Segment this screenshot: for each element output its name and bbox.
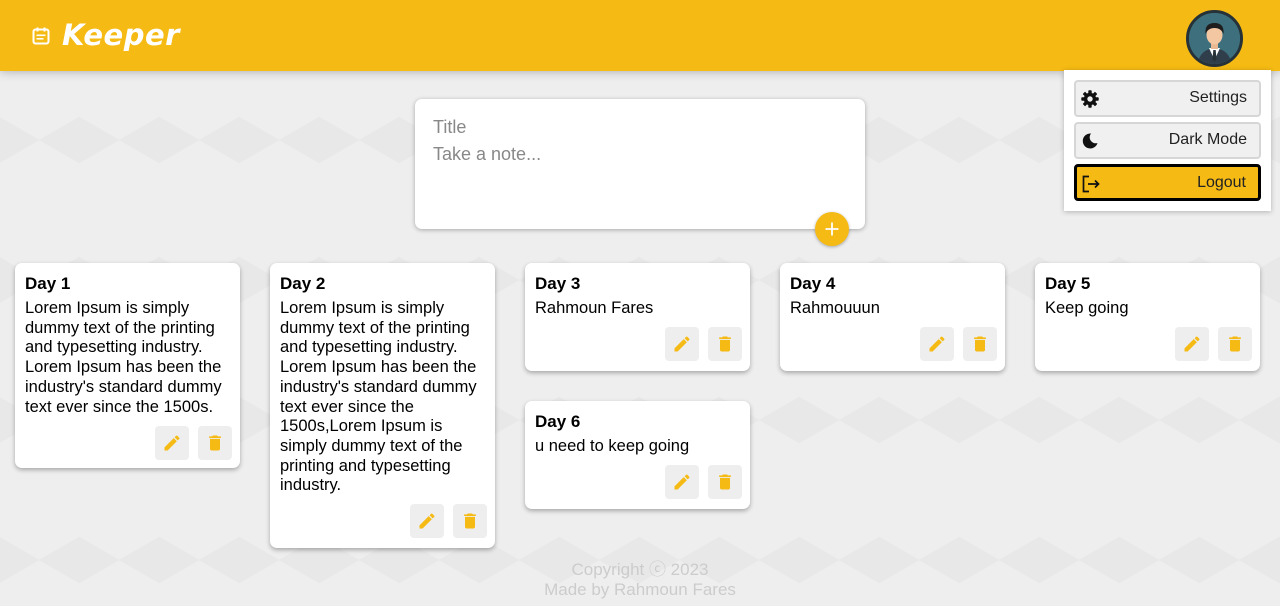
note-card: Day 3 Rahmoun Fares xyxy=(525,263,750,371)
delete-note-button[interactable] xyxy=(453,504,487,538)
note-content: u need to keep going xyxy=(535,437,690,455)
note-card: Day 5 Keep going xyxy=(1035,263,1260,371)
note-card: Day 1 Lorem Ipsum is simply dummy text o… xyxy=(15,263,240,468)
app-header: Keeper xyxy=(0,0,1280,71)
note-content: Rahmouuun xyxy=(790,299,880,317)
pencil-icon xyxy=(164,435,180,451)
note-title: Day 3 xyxy=(535,274,581,293)
trash-icon xyxy=(464,513,476,529)
note-title: Day 2 xyxy=(280,274,326,293)
note-card: Day 6 u need to keep going xyxy=(525,401,750,509)
note-content: Lorem Ipsum is simply dummy text of the … xyxy=(25,299,222,416)
note-content: Keep going xyxy=(1045,299,1129,317)
dark-mode-menu-item[interactable]: Dark Mode xyxy=(1074,122,1261,159)
delete-note-button[interactable] xyxy=(1218,327,1252,361)
add-note-button[interactable] xyxy=(815,212,849,246)
note-content: Rahmoun Fares xyxy=(535,299,654,317)
note-card: Day 2 Lorem Ipsum is simply dummy text o… xyxy=(270,263,495,548)
edit-note-button[interactable] xyxy=(1175,327,1209,361)
logout-label: Logout xyxy=(1197,174,1246,191)
note-title-input[interactable] xyxy=(433,116,843,138)
note-composer xyxy=(415,99,865,229)
delete-note-button[interactable] xyxy=(708,465,742,499)
user-menu: Settings Dark Mode Logout xyxy=(1064,70,1271,211)
note-title: Day 5 xyxy=(1045,274,1091,293)
pencil-icon xyxy=(674,336,690,352)
note-title: Day 6 xyxy=(535,412,581,431)
plus-icon xyxy=(825,222,839,236)
pencil-icon xyxy=(929,336,945,352)
pencil-icon xyxy=(1184,336,1200,352)
settings-label: Settings xyxy=(1189,89,1247,106)
delete-note-button[interactable] xyxy=(708,327,742,361)
settings-menu-item[interactable]: Settings xyxy=(1074,80,1261,117)
delete-note-button[interactable] xyxy=(963,327,997,361)
delete-note-button[interactable] xyxy=(198,426,232,460)
trash-icon xyxy=(719,336,731,352)
trash-icon xyxy=(974,336,986,352)
note-content: Lorem Ipsum is simply dummy text of the … xyxy=(280,299,477,495)
edit-note-button[interactable] xyxy=(665,465,699,499)
note-title: Day 4 xyxy=(790,274,836,293)
trash-icon xyxy=(209,435,221,451)
moon-icon xyxy=(1080,131,1100,151)
pencil-icon xyxy=(419,513,435,529)
note-icon xyxy=(32,27,50,45)
edit-note-button[interactable] xyxy=(920,327,954,361)
app-title: Keeper xyxy=(62,18,180,52)
logout-icon xyxy=(1081,174,1101,194)
logout-button[interactable]: Logout xyxy=(1074,164,1261,201)
gear-icon xyxy=(1080,89,1100,109)
note-title: Day 1 xyxy=(25,274,71,293)
copyright-text: Copyright ⓒ 2023 xyxy=(571,560,709,579)
trash-icon xyxy=(1229,336,1241,352)
note-content-input[interactable] xyxy=(433,144,843,204)
avatar[interactable] xyxy=(1186,10,1243,67)
edit-note-button[interactable] xyxy=(665,327,699,361)
dark-mode-label: Dark Mode xyxy=(1168,131,1247,148)
note-card: Day 4 Rahmouuun xyxy=(780,263,1005,371)
trash-icon xyxy=(719,474,731,490)
pencil-icon xyxy=(674,474,690,490)
edit-note-button[interactable] xyxy=(155,426,189,460)
made-by-text: Made by Rahmoun Fares xyxy=(544,580,736,599)
edit-note-button[interactable] xyxy=(410,504,444,538)
footer: Copyright ⓒ 2023 Made by Rahmoun Fares xyxy=(0,560,1280,600)
